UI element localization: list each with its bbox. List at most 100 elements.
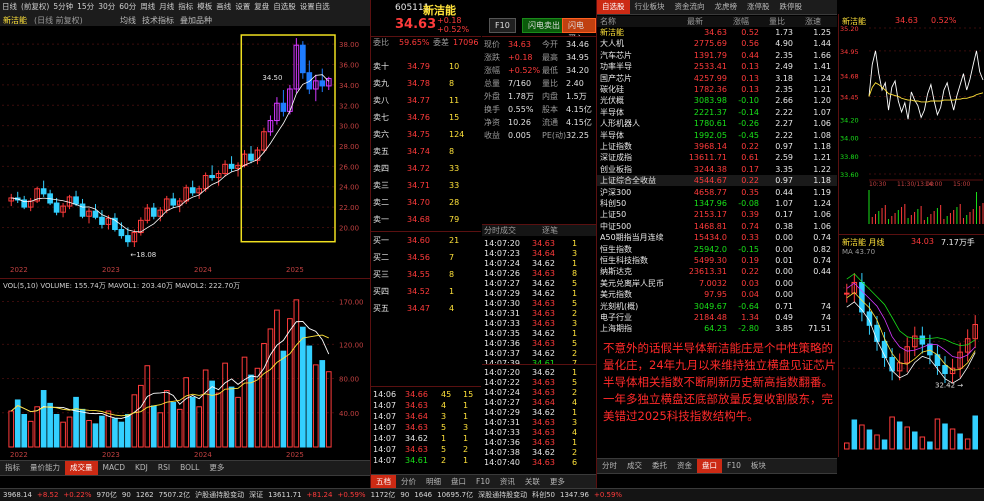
- ask-row[interactable]: 卖二 34.70 28: [371, 197, 481, 208]
- watchlist-row[interactable]: 上海期指 64.23 -2.80 3.85 71.51: [597, 323, 837, 334]
- chart-menu-item-0[interactable]: 均线: [120, 16, 136, 25]
- f10-button[interactable]: F10: [489, 18, 516, 33]
- watchlist-row[interactable]: 功率半导 2533.41 0.13 2.49 1.41: [597, 61, 837, 72]
- ask-row[interactable]: 卖十 34.79 10: [371, 61, 481, 72]
- toolbar-item-2[interactable]: 5分钟: [53, 2, 73, 11]
- intraday-chart[interactable]: 35.2034.9534.6834.4534.2034.0033.8033.60…: [839, 14, 984, 234]
- mid-tab-0[interactable]: 五档: [371, 475, 396, 489]
- ticks-title[interactable]: 分时成交: [484, 225, 516, 236]
- watchlist-row[interactable]: 恒生指数 25942.0 -0.15 0.00 0.82: [597, 244, 837, 255]
- right-tab-6[interactable]: 板块: [746, 459, 771, 473]
- right-tab-0[interactable]: 分时: [597, 459, 622, 473]
- indicator-tab-7[interactable]: 更多: [204, 461, 229, 475]
- indicator-tab-2[interactable]: 成交量: [65, 461, 98, 475]
- kline-chart[interactable]: 38.00 36.00 34.00 32.00 30.00 28.00 26.00 24.00…: [0, 26, 370, 278]
- watchlist-row[interactable]: 光刻机(概) 3049.67 -0.64 0.71 74: [597, 301, 837, 312]
- wl-col-price[interactable]: 最新: [687, 16, 703, 27]
- watchlist-tab-4[interactable]: 涨停股: [742, 0, 775, 14]
- ask-row[interactable]: 卖七 34.76 15: [371, 112, 481, 123]
- toolbar-item-8[interactable]: 指标: [178, 2, 193, 11]
- sell-button[interactable]: 闪电卖出: [522, 18, 566, 33]
- toolbar-item-4[interactable]: 30分: [98, 2, 115, 11]
- toolbar-item-9[interactable]: 模板: [197, 2, 212, 11]
- watchlist-row[interactable]: 大人机 2775.69 0.56 4.90 1.44: [597, 38, 837, 49]
- ask-row[interactable]: 卖三 34.71 33: [371, 180, 481, 191]
- chart-menu-item-1[interactable]: 技术指标: [142, 16, 174, 25]
- toolbar-item-14[interactable]: 设置自选: [300, 2, 330, 11]
- wl-col-speed[interactable]: 涨速: [805, 16, 821, 27]
- volume-chart[interactable]: 170.00 120.00 80.00 40.00 2022 2023 2024 2025: [0, 279, 370, 461]
- mid-tab-4[interactable]: F10: [471, 475, 495, 489]
- watchlist-tab-1[interactable]: 行业板块: [630, 0, 670, 14]
- watchlist-row[interactable]: 科创50 1347.96 -0.08 1.07 1.24: [597, 198, 837, 209]
- ask-row[interactable]: 卖九 34.78 8: [371, 78, 481, 89]
- indicator-tab-0[interactable]: 指标: [0, 461, 25, 475]
- watchlist-tab-0[interactable]: 自选股: [597, 0, 630, 14]
- ask-row[interactable]: 卖六 34.75 124: [371, 129, 481, 140]
- indicator-tab-6[interactable]: BOLL: [175, 461, 204, 475]
- indicator-tab-3[interactable]: MACD: [98, 461, 130, 475]
- toolbar-item-3[interactable]: 15分: [77, 2, 94, 11]
- bid-row[interactable]: 买二 34.56 7: [371, 252, 481, 263]
- right-tab-3[interactable]: 资金: [672, 459, 697, 473]
- toolbar-item-11[interactable]: 设置: [235, 2, 250, 11]
- indicator-tab-5[interactable]: RSI: [153, 461, 175, 475]
- toolbar-item-0[interactable]: 日线: [2, 2, 17, 11]
- watchlist-row[interactable]: 新洁能 34.63 0.52 1.73 1.25: [597, 27, 837, 38]
- toolbar-item-13[interactable]: 自选股: [273, 2, 296, 11]
- ticks-title-right[interactable]: 逐笔: [542, 225, 558, 236]
- indicator-tab-4[interactable]: KDJ: [130, 461, 153, 475]
- watchlist-row[interactable]: 碳化硅 1782.36 0.13 2.35 1.21: [597, 84, 837, 95]
- watchlist-row[interactable]: 半导体 2221.37 -0.14 2.22 1.07: [597, 107, 837, 118]
- chart-adjust-mode[interactable]: (日线 前复权): [34, 15, 83, 26]
- mid-tab-5[interactable]: 资讯: [495, 475, 520, 489]
- right-tab-2[interactable]: 委托: [647, 459, 672, 473]
- mid-tab-7[interactable]: 更多: [545, 475, 570, 489]
- ask-row[interactable]: 卖一 34.68 79: [371, 214, 481, 225]
- watchlist-row[interactable]: 沪深300 4658.77 0.35 0.44 1.19: [597, 187, 837, 198]
- watchlist-row[interactable]: 电子行业 2184.48 1.34 0.49 74: [597, 312, 837, 323]
- toolbar-item-5[interactable]: 60分: [119, 2, 136, 11]
- watchlist-row[interactable]: 上证综合全收益 4544.67 0.22 0.97 1.18: [597, 175, 837, 187]
- mid-tab-2[interactable]: 明细: [421, 475, 446, 489]
- watchlist-row[interactable]: A50期指当月连续 15434.0 0.33 0.00 0.74: [597, 232, 837, 243]
- right-tab-5[interactable]: F10: [722, 459, 746, 473]
- ask-row[interactable]: 卖四 34.72 33: [371, 163, 481, 174]
- watchlist-row[interactable]: 人形机器人 1780.61 -0.26 2.27 1.06: [597, 118, 837, 129]
- ask-row[interactable]: 卖五 34.74 8: [371, 146, 481, 157]
- watchlist-row[interactable]: 中证500 1468.81 0.74 0.38 1.06: [597, 221, 837, 232]
- wl-col-pct[interactable]: 涨幅: [733, 16, 749, 27]
- wl-col-name[interactable]: 名称: [600, 16, 616, 27]
- watchlist-row[interactable]: 美元兑离岸人民币 7.0032 0.03 0.00: [597, 278, 837, 289]
- toolbar-item-7[interactable]: 月线: [159, 2, 174, 11]
- watchlist-row[interactable]: 深证成指 13611.71 0.61 2.59 1.21: [597, 152, 837, 163]
- right-tab-4[interactable]: 盘口: [697, 459, 722, 473]
- bid-row[interactable]: 买四 34.52 1: [371, 286, 481, 297]
- monthly-chart[interactable]: 32.42 →: [839, 235, 984, 457]
- watchlist-row[interactable]: 上证指数 3968.14 0.22 0.97 1.18: [597, 141, 837, 152]
- right-tab-1[interactable]: 成交: [622, 459, 647, 473]
- watchlist-tab-2[interactable]: 资金流向: [670, 0, 710, 14]
- bid-row[interactable]: 买三 34.55 8: [371, 269, 481, 280]
- bid-row[interactable]: 买一 34.60 21: [371, 235, 481, 246]
- mid-tab-1[interactable]: 分价: [396, 475, 421, 489]
- ask-row[interactable]: 卖八 34.77 11: [371, 95, 481, 106]
- toolbar-item-10[interactable]: 画线: [216, 2, 231, 11]
- watchlist-row[interactable]: 美元指数 97.95 0.04 0.00: [597, 289, 837, 300]
- indicator-tab-1[interactable]: 量价能力: [25, 461, 65, 475]
- watchlist-row[interactable]: 国产芯片 4257.99 0.13 3.18 1.24: [597, 73, 837, 84]
- wl-col-ratio[interactable]: 量比: [769, 16, 785, 27]
- chart-menu-item-2[interactable]: 叠加品种: [180, 16, 212, 25]
- toolbar-item-1[interactable]: (前复权): [21, 2, 49, 11]
- mid-tab-6[interactable]: 关联: [520, 475, 545, 489]
- bid-row[interactable]: 买五 34.47 4: [371, 303, 481, 314]
- mid-tab-3[interactable]: 盘口: [446, 475, 471, 489]
- watchlist-row[interactable]: 光伏概 3083.98 -0.10 2.66 1.20: [597, 95, 837, 106]
- toolbar-item-6[interactable]: 周线: [140, 2, 155, 11]
- buy-button[interactable]: 闪电买入: [562, 18, 596, 36]
- watchlist-row[interactable]: 上证50 2153.17 0.39 0.17 1.06: [597, 209, 837, 220]
- watchlist-row[interactable]: 汽车芯片 1391.79 0.44 2.35 1.66: [597, 50, 837, 61]
- watchlist-row[interactable]: 纳斯达克 23613.31 0.22 0.00 0.44: [597, 266, 837, 277]
- watchlist-row[interactable]: 创业板指 3244.38 0.17 3.35 1.22: [597, 164, 837, 175]
- watchlist-row[interactable]: 半导体 1992.05 -0.45 2.22 1.08: [597, 130, 837, 141]
